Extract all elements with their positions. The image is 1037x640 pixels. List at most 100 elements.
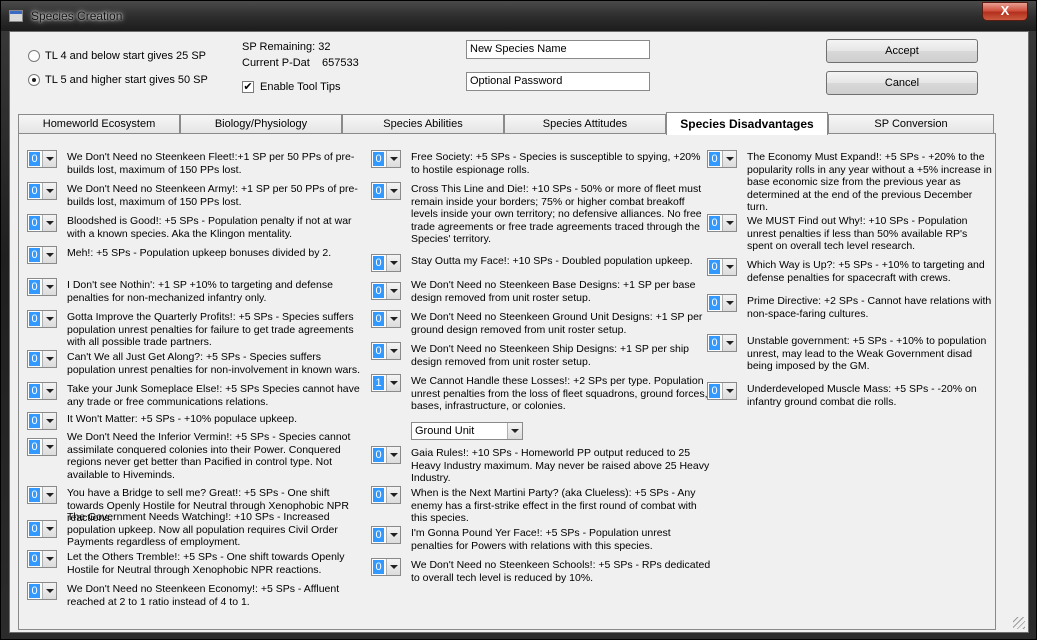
disad-count-select[interactable]: 0	[707, 382, 737, 400]
tooltips-label: Enable Tool Tips	[260, 81, 341, 93]
close-button[interactable]: X	[982, 2, 1028, 21]
select-value: 0	[29, 216, 40, 230]
chevron-down-icon[interactable]	[42, 183, 56, 199]
chevron-down-icon[interactable]	[722, 383, 736, 399]
disad-count-select[interactable]: 0	[371, 150, 401, 168]
disad-count-select[interactable]: 0	[27, 382, 57, 400]
tab-species-abilities[interactable]: Species Abilities	[342, 114, 504, 134]
disad-count-select[interactable]: 0	[27, 550, 57, 568]
disad-description: It Won't Matter: +5 SPs - +10% populace …	[67, 413, 298, 425]
chevron-down-icon[interactable]	[42, 551, 56, 567]
chevron-down-icon[interactable]	[386, 487, 400, 503]
chevron-down-icon[interactable]	[42, 413, 56, 429]
chevron-down-icon[interactable]	[386, 183, 400, 199]
chevron-down-icon[interactable]	[722, 215, 736, 231]
disad-count-select[interactable]: 0	[707, 258, 737, 276]
disad-count-select[interactable]: 0	[371, 310, 401, 328]
disad-count-select[interactable]: 0	[27, 486, 57, 504]
disad-count-select[interactable]: 0	[707, 334, 737, 352]
chevron-down-icon[interactable]	[42, 521, 56, 537]
select-value: 0	[373, 284, 384, 298]
disad-description: Free Society: +5 SPs - Species is suscep…	[411, 151, 701, 176]
chevron-down-icon[interactable]	[42, 351, 56, 367]
chevron-down-icon[interactable]	[386, 447, 400, 463]
tab-species-disadvantages[interactable]: Species Disadvantages	[666, 112, 828, 135]
chevron-down-icon[interactable]	[386, 375, 400, 391]
cancel-button[interactable]: Cancel	[826, 71, 978, 95]
password-input[interactable]: Optional Password	[466, 72, 650, 91]
chevron-down-icon[interactable]	[386, 255, 400, 271]
tab-homeworld-ecosystem[interactable]: Homeworld Ecosystem	[18, 114, 180, 134]
disad-count-select[interactable]: 0	[27, 246, 57, 264]
select-value: 0	[373, 256, 384, 270]
resize-grip[interactable]	[1013, 617, 1025, 629]
chevron-down-icon[interactable]	[386, 343, 400, 359]
disad-count-select[interactable]: 0	[371, 342, 401, 360]
disad-count-select[interactable]: 0	[27, 438, 57, 456]
chevron-down-icon[interactable]	[386, 527, 400, 543]
disad-count-select[interactable]: 0	[27, 214, 57, 232]
chevron-down-icon[interactable]	[722, 335, 736, 351]
disad-description: Gotta Improve the Quarterly Profits!: +5…	[67, 311, 354, 349]
disad-count-select[interactable]: 0	[371, 446, 401, 464]
disad-count-select[interactable]: 0	[27, 278, 57, 296]
radio-tl4[interactable]	[28, 50, 40, 62]
chevron-down-icon[interactable]	[507, 423, 522, 439]
radio-tl5[interactable]	[28, 74, 40, 86]
disad-count-select[interactable]: 0	[371, 486, 401, 504]
disad-count-select[interactable]: 0	[27, 582, 57, 600]
tab-biology-physiology[interactable]: Biology/Physiology	[180, 114, 342, 134]
disad-description: The Government Needs Watching!: +10 SPs …	[67, 511, 338, 549]
chevron-down-icon[interactable]	[42, 383, 56, 399]
disad-count-select[interactable]: 1	[371, 374, 401, 392]
disad-count-select[interactable]: 0	[707, 150, 737, 168]
select-value: 0	[29, 184, 40, 198]
chevron-down-icon[interactable]	[722, 259, 736, 275]
chevron-down-icon[interactable]	[42, 487, 56, 503]
select-value: 0	[373, 528, 384, 542]
chevron-down-icon[interactable]	[386, 559, 400, 575]
tab-sp-conversion[interactable]: SP Conversion	[828, 114, 994, 134]
disad-count-select[interactable]: 0	[27, 350, 57, 368]
chevron-down-icon[interactable]	[386, 311, 400, 327]
radio-tl5-row[interactable]: TL 5 and higher start gives 50 SP	[28, 72, 208, 88]
disad-count-select[interactable]: 0	[27, 412, 57, 430]
disad-count-select[interactable]: 0	[707, 294, 737, 312]
tooltips-row[interactable]: ✔ Enable Tool Tips	[242, 81, 341, 93]
disad-description: The Economy Must Expand!: +5 SPs - +20% …	[747, 151, 992, 214]
disad-count-select[interactable]: 0	[27, 182, 57, 200]
tab-species-attitudes[interactable]: Species Attitudes	[504, 114, 666, 134]
chevron-down-icon[interactable]	[42, 439, 56, 455]
radio-tl4-row[interactable]: TL 4 and below start gives 25 SP	[28, 48, 206, 64]
ground-unit-select[interactable]: Ground Unit	[411, 422, 523, 440]
chevron-down-icon[interactable]	[722, 151, 736, 167]
chevron-down-icon[interactable]	[386, 151, 400, 167]
select-value: 0	[29, 248, 40, 262]
disad-count-select[interactable]: 0	[371, 182, 401, 200]
chevron-down-icon[interactable]	[42, 311, 56, 327]
title-bar[interactable]: Species Creation X	[1, 1, 1036, 31]
chevron-down-icon[interactable]	[42, 151, 56, 167]
disad-count-select[interactable]: 0	[27, 520, 57, 538]
disad-count-select[interactable]: 0	[27, 310, 57, 328]
species-name-input[interactable]: New Species Name	[466, 40, 650, 59]
disad-count-select[interactable]: 0	[371, 526, 401, 544]
disad-count-select[interactable]: 0	[27, 150, 57, 168]
select-value: 0	[29, 584, 40, 598]
tooltips-checkbox[interactable]: ✔	[242, 81, 254, 93]
disad-count-select[interactable]: 0	[707, 214, 737, 232]
chevron-down-icon[interactable]	[722, 295, 736, 311]
chevron-down-icon[interactable]	[42, 279, 56, 295]
accept-button[interactable]: Accept	[826, 39, 978, 63]
disad-description: I'm Gonna Pound Yer Face!: +5 SPs - Popu…	[411, 527, 671, 552]
disad-count-select[interactable]: 0	[371, 254, 401, 272]
chevron-down-icon[interactable]	[42, 247, 56, 263]
chevron-down-icon[interactable]	[386, 283, 400, 299]
chevron-down-icon[interactable]	[42, 215, 56, 231]
sp-remaining: SP Remaining: 32	[242, 41, 331, 53]
disad-count-select[interactable]: 0	[371, 282, 401, 300]
disad-count-select[interactable]: 0	[371, 558, 401, 576]
select-value: 0	[29, 488, 40, 502]
chevron-down-icon[interactable]	[42, 583, 56, 599]
dialog-client-area: TL 4 and below start gives 25 SP TL 5 an…	[9, 31, 1029, 633]
